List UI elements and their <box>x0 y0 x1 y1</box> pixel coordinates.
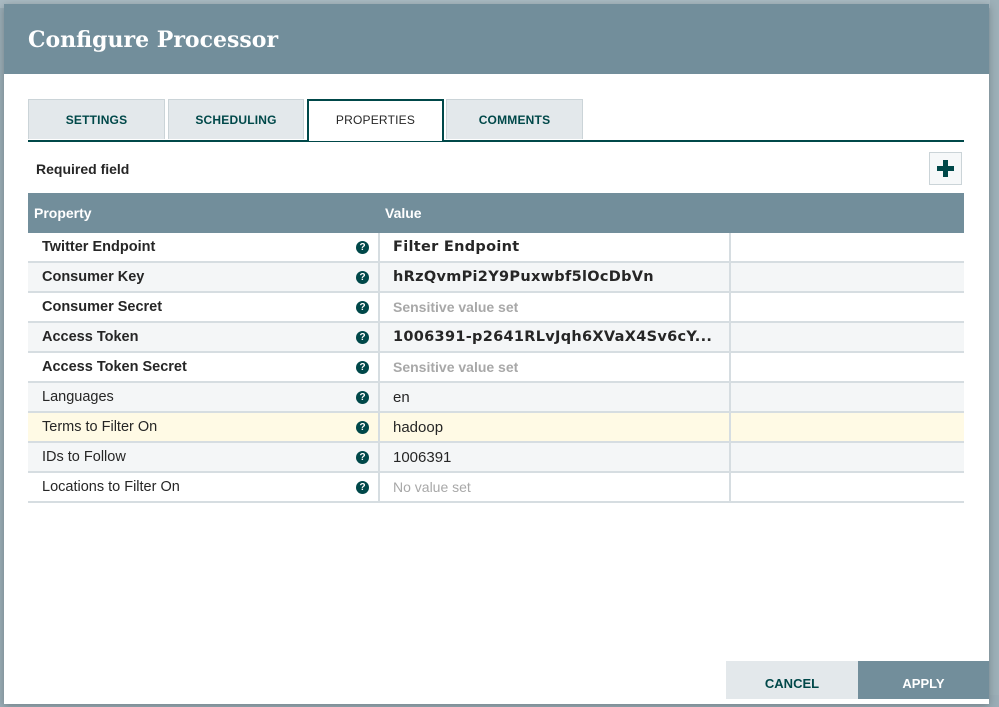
cancel-button[interactable]: CANCEL <box>726 661 858 699</box>
column-divider <box>729 413 731 441</box>
question-circle-icon[interactable]: ? <box>356 421 369 434</box>
column-divider <box>729 383 731 411</box>
column-divider[interactable] <box>378 263 380 291</box>
column-divider[interactable] <box>378 233 380 261</box>
question-circle-icon[interactable]: ? <box>356 391 369 404</box>
column-divider <box>729 233 731 261</box>
column-divider <box>729 353 731 381</box>
property-value[interactable]: Filter Endpoint <box>393 239 519 255</box>
property-name: IDs to Follow <box>42 449 126 465</box>
table-row[interactable]: Locations to Filter On? No value set <box>28 473 964 503</box>
property-name: Languages <box>42 389 114 405</box>
column-divider <box>729 473 731 501</box>
property-value[interactable]: en <box>393 389 410 406</box>
column-divider <box>729 323 731 351</box>
column-divider[interactable] <box>378 443 380 471</box>
column-divider <box>729 263 731 291</box>
property-value[interactable]: Sensitive value set <box>393 359 518 375</box>
apply-button[interactable]: APPLY <box>858 661 989 699</box>
question-circle-icon[interactable]: ? <box>356 301 369 314</box>
column-divider[interactable] <box>378 323 380 351</box>
column-divider[interactable] <box>378 473 380 501</box>
property-name: Terms to Filter On <box>42 419 158 435</box>
tab-settings[interactable]: SETTINGS <box>28 99 165 139</box>
property-name: Access Token Secret <box>42 359 187 375</box>
table-row[interactable]: Terms to Filter On? hadoop <box>28 413 964 443</box>
question-circle-icon[interactable]: ? <box>356 451 369 464</box>
property-name: Consumer Key <box>42 269 145 285</box>
table-row[interactable]: Consumer Key? hRzQvmPi2Y9Puxwbf5lOcDbVn <box>28 263 964 293</box>
table-row[interactable]: Consumer Secret? Sensitive value set <box>28 293 964 323</box>
configure-processor-dialog: Configure Processor SETTINGS SCHEDULING … <box>4 4 989 704</box>
property-value[interactable]: 1006391-p2641RLvJqh6XVaX4Sv6cY... <box>393 329 712 345</box>
property-name: Consumer Secret <box>42 299 163 315</box>
property-value[interactable]: Sensitive value set <box>393 299 518 315</box>
column-header-property[interactable]: Property <box>34 205 92 221</box>
column-divider[interactable] <box>378 413 380 441</box>
table-row[interactable]: Access Token Secret? Sensitive value set <box>28 353 964 383</box>
property-value[interactable]: hRzQvmPi2Y9Puxwbf5lOcDbVn <box>393 269 654 285</box>
background-canvas-edge <box>990 0 999 695</box>
tab-properties[interactable]: PROPERTIES <box>307 99 444 141</box>
question-circle-icon[interactable]: ? <box>356 241 369 254</box>
table-row[interactable]: Languages? en <box>28 383 964 413</box>
column-header-value[interactable]: Value <box>385 205 422 221</box>
property-name: Twitter Endpoint <box>42 239 156 255</box>
table-row[interactable]: Access Token? 1006391-p2641RLvJqh6XVaX4Sv… <box>28 323 964 353</box>
table-header: Property Value <box>28 193 964 233</box>
tab-scheduling[interactable]: SCHEDULING <box>168 99 304 139</box>
dialog-title: Configure Processor <box>28 27 279 53</box>
question-circle-icon[interactable]: ? <box>356 271 369 284</box>
required-field-legend: Required field <box>36 161 130 177</box>
column-divider[interactable] <box>378 293 380 321</box>
property-value[interactable]: 1006391 <box>393 449 451 466</box>
plus-icon <box>937 160 954 177</box>
property-value[interactable]: No value set <box>393 479 471 495</box>
column-divider[interactable] <box>378 383 380 411</box>
question-circle-icon[interactable]: ? <box>356 361 369 374</box>
table-row[interactable]: IDs to Follow? 1006391 <box>28 443 964 473</box>
table-row[interactable]: Twitter Endpoint? Filter Endpoint <box>28 233 964 263</box>
properties-table: Property Value Twitter Endpoint? Filter E… <box>28 193 964 503</box>
column-divider <box>729 293 731 321</box>
question-circle-icon[interactable]: ? <box>356 331 369 344</box>
add-property-button[interactable] <box>929 152 962 185</box>
dialog-header: Configure Processor <box>4 4 989 74</box>
question-circle-icon[interactable]: ? <box>356 481 369 494</box>
tab-bar: SETTINGS SCHEDULING PROPERTIES COMMENTS <box>28 99 964 142</box>
property-name: Locations to Filter On <box>42 479 180 495</box>
tab-comments[interactable]: COMMENTS <box>446 99 583 139</box>
table-body: Twitter Endpoint? Filter Endpoint Consumer… <box>28 233 964 503</box>
column-divider <box>729 443 731 471</box>
column-divider[interactable] <box>378 353 380 381</box>
property-name: Access Token <box>42 329 139 345</box>
property-value[interactable]: hadoop <box>393 419 443 436</box>
